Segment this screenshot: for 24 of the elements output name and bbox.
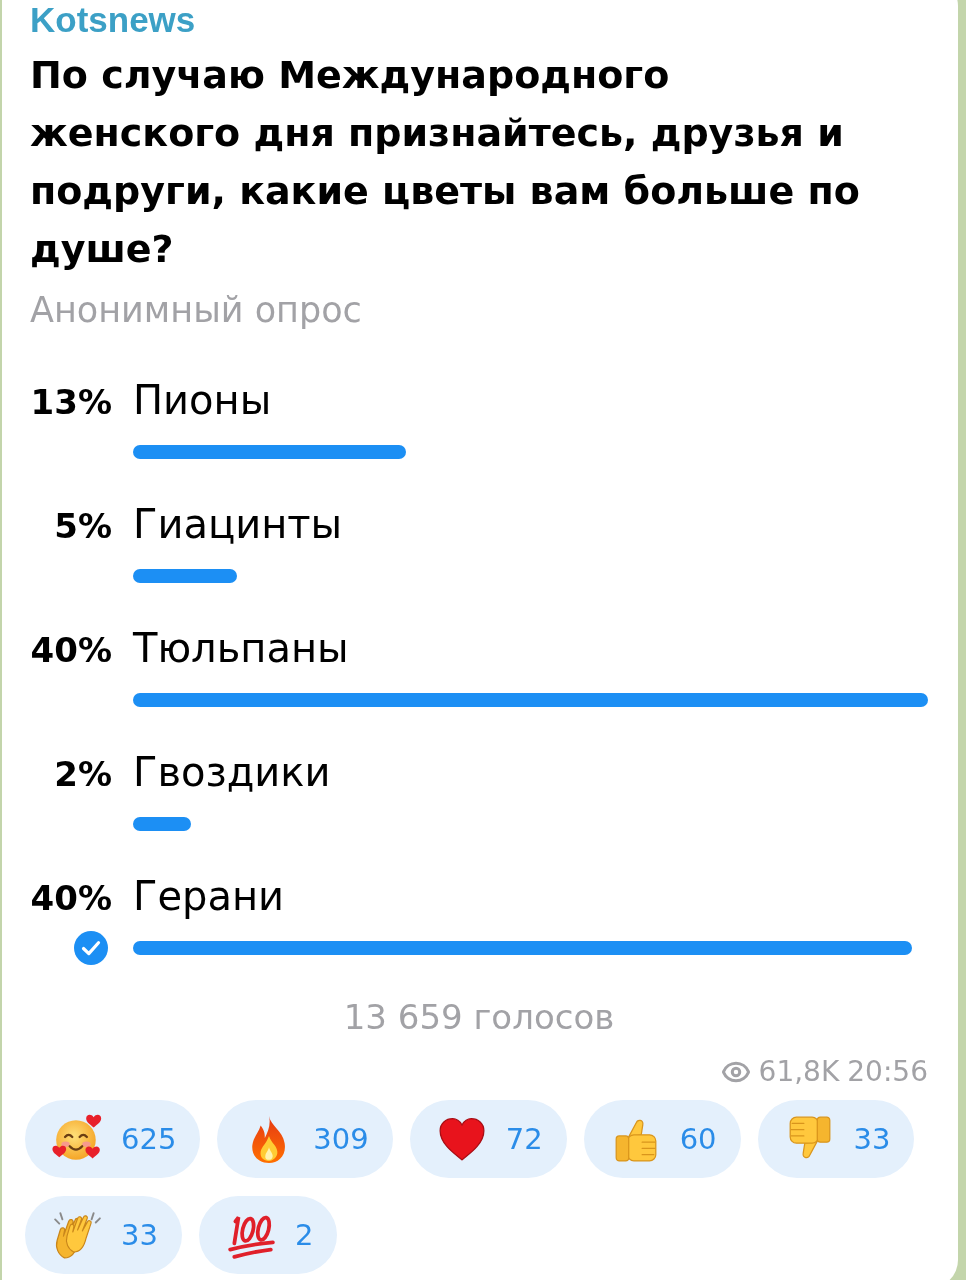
option-label: Герани (133, 873, 285, 919)
poll-question: По случаю Международного женского дня признайтесь, друзья и подруги, какие цветы вам больше по душе? (30, 52, 861, 273)
option-label: Гиацинты (133, 501, 343, 547)
reaction-button[interactable]: 60 (583, 1100, 741, 1178)
reaction-button[interactable]: 33 (757, 1100, 915, 1178)
option-percent: 2% (53, 753, 112, 796)
option-percent: 13% (30, 381, 112, 424)
poll-type-label: Анонимный опрос (30, 290, 362, 330)
option-label: Тюльпаны (133, 625, 349, 671)
option-label: Гвоздики (133, 749, 331, 795)
view-count: 61,8K (758, 1055, 840, 1089)
clapping-hands-icon (52, 1210, 102, 1260)
channel-name[interactable]: Kotsnews (30, 2, 196, 38)
reaction-button[interactable]: 625 (25, 1100, 201, 1178)
option-percent: 5% (53, 505, 112, 548)
message-time: 20:56 (847, 1055, 928, 1089)
reaction-button[interactable]: 2 (198, 1196, 338, 1274)
option-label: Пионы (133, 377, 272, 423)
reaction-button[interactable]: 33 (25, 1196, 182, 1274)
reaction-button[interactable]: 309 (217, 1100, 393, 1178)
option-percent: 40% (30, 629, 112, 672)
total-votes: 13 659 голосов (343, 997, 615, 1037)
reaction-button[interactable]: 72 (409, 1100, 567, 1178)
option-percent: 40% (30, 877, 112, 920)
